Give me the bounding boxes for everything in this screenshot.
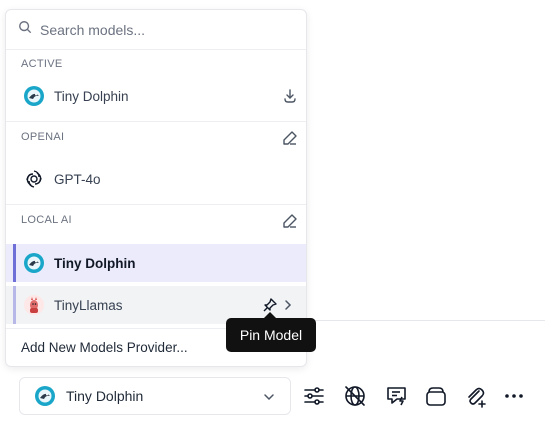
openai-logo-icon: [24, 169, 44, 189]
model-name: Tiny Dolphin: [54, 255, 136, 271]
tinyllamas-avatar: [24, 295, 44, 315]
section-label-active: ACTIVE: [21, 58, 63, 70]
model-name: GPT-4o: [54, 171, 101, 187]
layers-icon[interactable]: [424, 384, 448, 408]
pin-model-tooltip: Pin Model: [226, 318, 316, 352]
model-name: Tiny Dolphin: [54, 88, 129, 104]
globe-off-icon[interactable]: [343, 384, 367, 408]
add-models-provider-link[interactable]: Add New Models Provider...: [21, 340, 188, 355]
paperclip-plus-icon[interactable]: [463, 384, 487, 408]
selected-model-name: Tiny Dolphin: [66, 388, 144, 404]
search-icon: [18, 20, 32, 39]
model-selector[interactable]: Tiny Dolphin: [19, 377, 291, 415]
tiny-dolphin-avatar: [24, 253, 44, 273]
model-name: TinyLlamas: [54, 297, 123, 313]
pin-icon[interactable]: [262, 297, 278, 313]
divider: [6, 121, 306, 122]
model-dropdown-panel: ACTIVE Tiny Dolphin OPENAI GPT-4o LOCAL …: [5, 9, 307, 367]
section-label-openai: OPENAI: [21, 131, 65, 143]
tiny-dolphin-avatar: [35, 386, 55, 406]
model-item-tiny-dolphin-local[interactable]: Tiny Dolphin: [6, 244, 306, 282]
search-row: [6, 10, 306, 50]
more-horizontal-icon[interactable]: [502, 384, 526, 408]
model-item-gpt-4o[interactable]: GPT-4o: [6, 160, 306, 198]
tiny-dolphin-avatar: [24, 86, 44, 106]
divider: [6, 204, 306, 205]
chevron-right-icon[interactable]: [280, 297, 296, 313]
chat-lightning-icon[interactable]: [385, 384, 409, 408]
chat-area-divider: [306, 320, 545, 321]
section-label-local-ai: LOCAL AI: [21, 214, 72, 226]
edit-icon[interactable]: [282, 213, 298, 229]
chevron-down-icon: [262, 390, 276, 404]
sliders-icon[interactable]: [302, 384, 326, 408]
edit-icon[interactable]: [282, 130, 298, 146]
model-item-tiny-dolphin-active[interactable]: Tiny Dolphin: [6, 77, 306, 115]
download-icon[interactable]: [282, 88, 298, 104]
search-input[interactable]: [40, 21, 280, 38]
